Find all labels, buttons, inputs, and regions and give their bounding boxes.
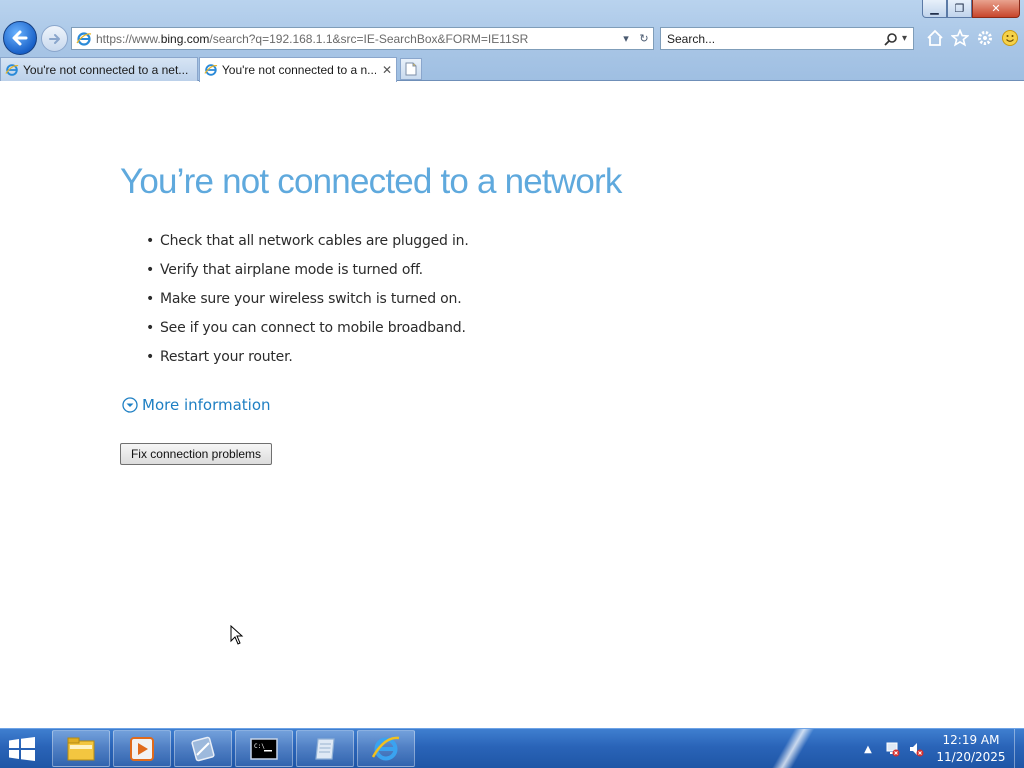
network-disconnected-icon xyxy=(886,742,900,757)
close-button[interactable]: ✕ xyxy=(972,0,1020,18)
refresh-icon[interactable]: ↻ xyxy=(635,32,653,45)
ie-tab-icon xyxy=(204,64,218,76)
start-button[interactable] xyxy=(8,737,38,761)
more-information-label: More information xyxy=(142,396,271,414)
new-tab-button[interactable] xyxy=(400,58,422,80)
system-tray: ▲ xyxy=(860,729,924,768)
bullet-icon: • xyxy=(146,261,155,278)
list-item: • See if you can connect to mobile broadb… xyxy=(146,320,466,337)
bullet-icon: • xyxy=(146,349,155,366)
chevron-down-circle-icon xyxy=(122,397,138,413)
tools-button[interactable] xyxy=(975,28,994,47)
list-item: • Verify that airplane mode is turned off… xyxy=(146,261,423,278)
taskbar: C:\ ▲ 12:19 AM 11/20/2025 xyxy=(0,728,1024,768)
tab-1[interactable]: You're not connected to a net... xyxy=(0,57,198,81)
taskbar-highlight xyxy=(760,729,820,768)
browser-chrome: ▁ ❐ ✕ https://www.bing.com/search?q=192.… xyxy=(0,0,1024,82)
restore-icon: ❐ xyxy=(954,2,965,15)
forward-button[interactable] xyxy=(41,25,68,52)
tab-label: You're not connected to a net... xyxy=(23,62,189,77)
fix-connection-button[interactable]: Fix connection problems xyxy=(120,443,272,465)
more-information-link[interactable]: More information xyxy=(122,396,271,414)
bullet-icon: • xyxy=(146,290,155,307)
media-player-icon xyxy=(130,736,154,761)
windows-logo-icon xyxy=(9,737,35,761)
pinned-apps: C:\ xyxy=(52,730,415,767)
address-dropdown-icon[interactable]: ▾ xyxy=(617,32,635,45)
bullet-icon: • xyxy=(146,320,155,337)
clock-date: 11/20/2025 xyxy=(936,750,1006,764)
system-clock[interactable]: 12:19 AM 11/20/2025 xyxy=(930,732,1012,766)
page-title: You’re not connected to a network xyxy=(120,162,622,201)
favorites-button[interactable] xyxy=(950,28,969,47)
taskbar-notepad[interactable] xyxy=(296,730,354,767)
address-bar[interactable]: https://www.bing.com/search?q=192.168.1.… xyxy=(71,27,654,50)
search-input[interactable] xyxy=(661,31,884,46)
forward-arrow-icon xyxy=(48,33,60,44)
command-icons xyxy=(925,28,1019,47)
svg-text:C:\: C:\ xyxy=(254,743,265,750)
close-icon: ✕ xyxy=(991,2,1001,15)
command-prompt-icon: C:\ xyxy=(250,737,278,760)
tab-close-icon[interactable]: ✕ xyxy=(382,63,392,77)
feedback-button[interactable] xyxy=(1000,28,1019,47)
troubleshooting-list: • Check that all network cables are plugg… xyxy=(146,226,469,372)
speaker-muted-icon xyxy=(910,743,924,757)
ie-tab-icon xyxy=(5,63,19,76)
home-button[interactable] xyxy=(925,28,944,47)
window-controls: ▁ ❐ ✕ xyxy=(922,0,1020,19)
tab-2-active[interactable]: You're not connected to a n... ✕ xyxy=(199,57,397,82)
url-text: https://www.bing.com/search?q=192.168.1.… xyxy=(96,31,529,46)
new-tab-icon xyxy=(405,62,417,76)
ie-page-icon xyxy=(76,31,92,46)
list-item: • Make sure your wireless switch is turne… xyxy=(146,290,462,307)
search-dropdown-icon[interactable]: ▾ xyxy=(902,33,907,44)
taskbar-internet-explorer[interactable] xyxy=(357,730,415,767)
bullet-icon: • xyxy=(146,232,155,249)
taskbar-command-prompt[interactable]: C:\ xyxy=(235,730,293,767)
minimize-icon: ▁ xyxy=(930,2,939,15)
gear-icon xyxy=(977,30,992,45)
back-arrow-icon xyxy=(12,30,28,46)
volume-control[interactable] xyxy=(908,741,924,757)
search-box[interactable]: ▾ xyxy=(660,27,914,50)
home-icon xyxy=(926,29,943,46)
taskbar-server-manager[interactable] xyxy=(174,730,232,767)
back-button[interactable] xyxy=(3,21,37,55)
search-icon[interactable] xyxy=(884,32,898,46)
tab-strip: You're not connected to a net... You're … xyxy=(0,57,422,82)
network-status[interactable] xyxy=(884,741,900,757)
tab-label: You're not connected to a n... xyxy=(221,63,376,77)
smiley-icon xyxy=(1001,29,1018,46)
restore-button[interactable]: ❐ xyxy=(947,0,972,18)
clock-time: 12:19 AM xyxy=(942,733,1000,747)
list-item: • Restart your router. xyxy=(146,349,293,366)
server-manager-icon xyxy=(191,736,215,761)
taskbar-file-explorer[interactable] xyxy=(52,730,110,767)
notepad-icon xyxy=(315,737,335,760)
list-item: • Check that all network cables are plugg… xyxy=(146,232,469,249)
taskbar-media-player[interactable] xyxy=(113,730,171,767)
internet-explorer-icon xyxy=(371,736,400,760)
file-explorer-icon xyxy=(67,737,95,760)
show-hidden-icons[interactable]: ▲ xyxy=(860,741,876,757)
minimize-button[interactable]: ▁ xyxy=(922,0,947,18)
page-content: You’re not connected to a network • Check… xyxy=(0,82,1024,728)
star-icon xyxy=(950,28,969,47)
show-desktop-button[interactable] xyxy=(1014,729,1024,768)
mouse-cursor-icon xyxy=(230,625,244,645)
